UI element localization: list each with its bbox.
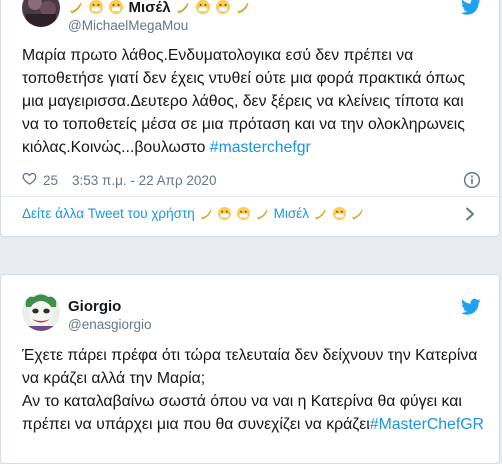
banana-emoji (350, 206, 365, 226)
face-mask-emoji (217, 206, 232, 226)
see-more-tweets-link[interactable]: Δείτε άλλα Tweet του χρήστη Μισέλ (22, 205, 365, 226)
joker-avatar[interactable] (22, 293, 60, 331)
face-mask-emoji (88, 0, 104, 20)
banana-emoji (175, 0, 191, 20)
avatar[interactable] (22, 0, 60, 27)
tweet-card[interactable]: Giorgio @enasgiorgio Έχετε πάρει πρέφα ό… (0, 274, 500, 464)
face-mask-emoji (108, 0, 124, 20)
chevron-right-icon[interactable] (465, 207, 475, 221)
tweet-meta: 25 3:53 π.μ. - 22 Απρ 2020 (22, 171, 216, 191)
hashtag-link[interactable]: #MasterChefGR (370, 416, 484, 433)
face-mask-emoji (236, 206, 251, 226)
see-more-label: Δείτε άλλα Tweet του χρήστη (22, 206, 199, 221)
author-name: Μισέλ (128, 0, 171, 16)
author-name-line[interactable]: Μισέλ (68, 0, 251, 20)
face-mask-emoji (195, 0, 211, 20)
twitter-bird-icon[interactable] (461, 298, 481, 316)
tweet-text: Μαρία πρωτο λάθος.Ενδυματολογικα εσύ δεν… (22, 47, 466, 156)
banana-emoji (68, 0, 84, 20)
tweet-text: Έχετε πάρει πρέφα ότι τώρα τελευταία δεν… (22, 347, 484, 433)
tweet-timestamp[interactable]: 3:53 π.μ. - 22 Απρ 2020 (72, 172, 216, 190)
author-handle[interactable]: @MichaelMegaMou (68, 18, 188, 34)
hashtag-link[interactable]: #masterchefgr (210, 139, 311, 156)
heart-icon[interactable] (22, 171, 43, 191)
face-mask-emoji (332, 206, 347, 226)
banana-emoji (255, 206, 270, 226)
author-handle[interactable]: @enasgiorgio (68, 317, 152, 333)
banana-emoji (235, 0, 251, 20)
see-more-author-name: Μισέλ (273, 206, 309, 221)
face-mask-emoji (215, 0, 231, 20)
like-count[interactable]: 25 (43, 172, 58, 190)
banana-emoji (199, 206, 214, 226)
divider (1, 196, 499, 197)
twitter-bird-icon[interactable] (460, 0, 481, 16)
banana-emoji (313, 206, 328, 226)
author-name[interactable]: Giorgio (68, 298, 121, 316)
tweet-card[interactable]: Μισέλ @MichaelMegaMou Μαρία πρωτο λάθος.… (0, 0, 500, 237)
info-icon[interactable] (463, 171, 481, 189)
